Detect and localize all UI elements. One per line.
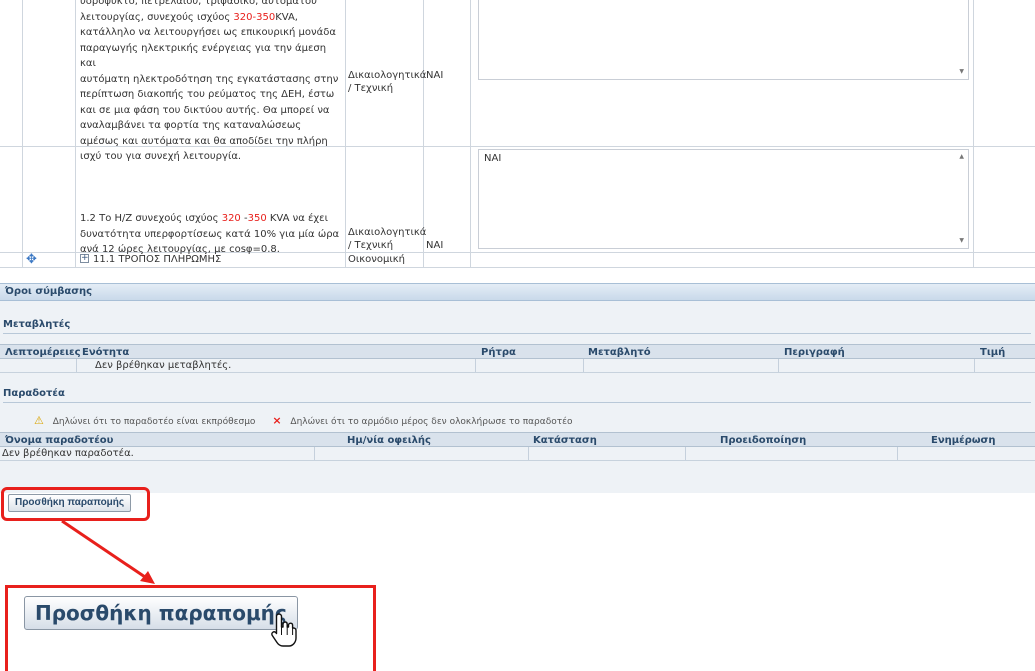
callout-arrow: [61, 519, 155, 584]
hand-pointer-icon: [271, 613, 297, 647]
add-reference-button-zoomed[interactable]: Προσθήκη παραπομής: [24, 596, 298, 630]
